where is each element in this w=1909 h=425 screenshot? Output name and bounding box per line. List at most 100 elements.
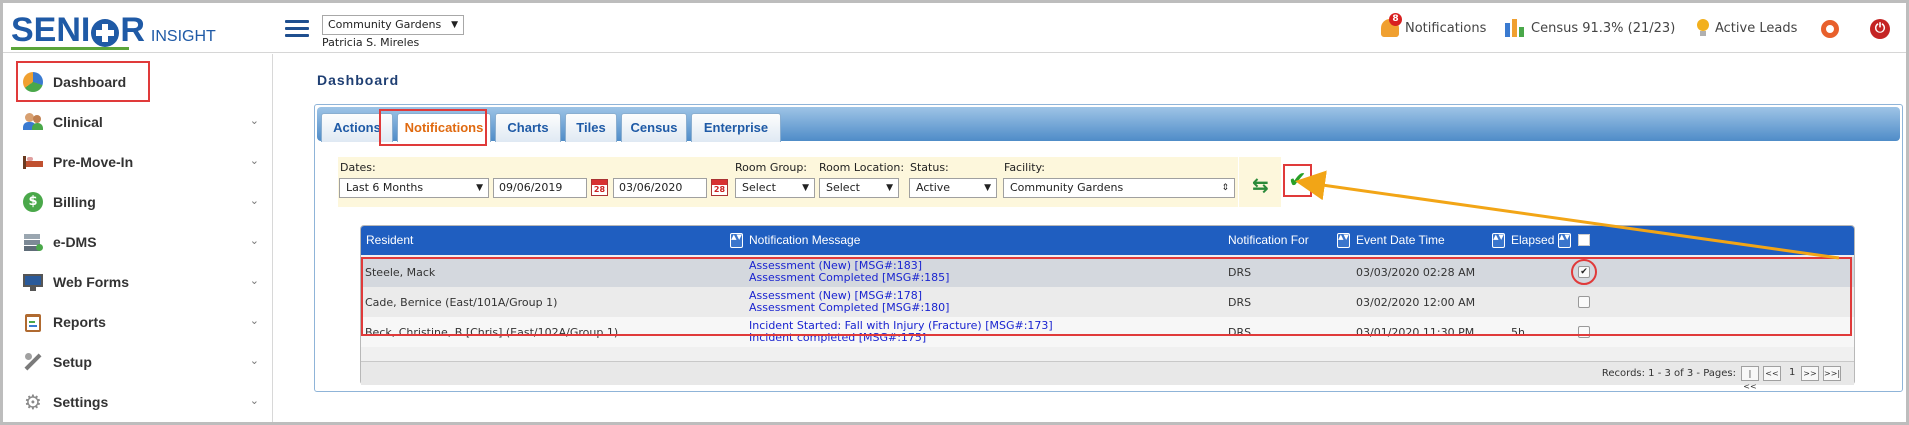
clipboard-icon (23, 312, 43, 332)
sidebar-item-settings[interactable]: ⚙ Settings ⌄ (3, 382, 273, 422)
status-label: Status: (910, 161, 949, 174)
sidebar-item-label: Setup (53, 354, 92, 370)
sidebar: Dashboard Clinical ⌄ Pre-Move-In ⌄ $ Bil… (3, 54, 273, 422)
app-window: SENI R INSIGHT Community Gardens ▼ Patric… (0, 0, 1909, 425)
room-location-select[interactable]: Select ▼ (819, 178, 899, 198)
apply-filter-button[interactable]: ✔ (1283, 164, 1312, 197)
column-header-resident[interactable]: Resident (366, 233, 413, 247)
chevron-down-icon: ⌄ (249, 154, 259, 167)
status-select[interactable]: Active ▼ (909, 178, 997, 198)
logo-cross-icon (91, 19, 120, 47)
chevron-down-icon: ⌄ (249, 354, 259, 367)
column-header-message[interactable]: Notification Message (749, 233, 860, 247)
room-group-value: Select (742, 181, 776, 194)
logo-text-right: R (120, 11, 145, 49)
caret-down-icon: ▼ (451, 20, 458, 30)
sidebar-item-label: e-DMS (53, 234, 97, 250)
first-page-button[interactable]: |<< (1741, 366, 1759, 391)
sidebar-item-web-forms[interactable]: Web Forms ⌄ (3, 262, 273, 302)
help-lifebuoy-icon[interactable] (1821, 20, 1839, 38)
tab-enterprise[interactable]: Enterprise (691, 113, 781, 142)
facility-select[interactable]: Community Gardens ⇕ (1003, 178, 1235, 198)
tab-bar: Actions Notifications Charts Tiles Censu… (317, 107, 1900, 142)
room-location-label: Room Location: (819, 161, 905, 174)
sidebar-item-e-dms[interactable]: e-DMS ⌄ (3, 222, 273, 262)
notifications-label: Notifications (1405, 20, 1487, 36)
to-date-input[interactable]: 03/06/2020 (613, 178, 707, 198)
facility-switcher-select[interactable]: Community Gardens ▼ (322, 15, 464, 35)
refresh-icon[interactable]: ⇆ (1252, 175, 1269, 195)
sidebar-item-reports[interactable]: Reports ⌄ (3, 302, 273, 342)
caret-down-icon: ▼ (802, 183, 809, 193)
next-page-button[interactable]: >> (1801, 366, 1819, 381)
grid-header: Resident ▲▼ Notification Message Notific… (361, 226, 1854, 255)
caret-down-icon: ▼ (886, 183, 893, 193)
sidebar-item-label: Pre-Move-In (53, 154, 134, 170)
logo-subtitle: INSIGHT (150, 28, 216, 45)
page-title: Dashboard (317, 72, 400, 88)
notifications-link[interactable]: 8 Notifications (1381, 13, 1487, 37)
calendar-icon[interactable]: 28 (591, 179, 608, 196)
dates-range-select[interactable]: Last 6 Months ▼ (339, 178, 489, 198)
last-page-button[interactable]: >>| (1823, 366, 1841, 381)
calendar-icon[interactable]: 28 (711, 179, 728, 196)
logo-underline (11, 47, 129, 50)
dates-label: Dates: (340, 161, 376, 174)
logo-text-left: SENI (11, 11, 91, 49)
monitor-icon (23, 272, 43, 292)
dashboard-highlight-box (16, 61, 150, 102)
gear-icon: ⚙ (24, 390, 42, 414)
sort-icon[interactable]: ▲▼ (1558, 233, 1571, 248)
status-value: Active (916, 181, 951, 194)
chevron-down-icon: ⌄ (249, 194, 259, 207)
chevron-down-icon: ⌄ (249, 314, 259, 327)
column-header-event-date-time[interactable]: Event Date Time (1356, 233, 1445, 247)
grid-pager: Records: 1 - 3 of 3 - Pages: |<< << 1 >>… (361, 361, 1854, 391)
sort-icon[interactable]: ▲▼ (730, 233, 743, 248)
census-link[interactable]: Census 91.3% (21/23) (1505, 19, 1675, 37)
records-summary: Records: 1 - 3 of 3 - Pages: (1601, 368, 1736, 379)
room-group-select[interactable]: Select ▼ (735, 178, 815, 198)
facility-label: Facility: (1004, 161, 1046, 174)
column-header-elapsed[interactable]: Elapsed (1511, 233, 1554, 247)
senior-insight-logo[interactable]: SENI R INSIGHT (11, 9, 216, 47)
sidebar-item-label: Reports (53, 314, 106, 330)
tab-charts[interactable]: Charts (495, 113, 561, 142)
tools-icon (23, 352, 43, 372)
main-content: Dashboard Actions Notifications Charts T… (274, 54, 1906, 422)
users-icon (23, 112, 43, 132)
column-header-notification-for[interactable]: Notification For (1228, 233, 1309, 247)
current-page-number: 1 (1789, 367, 1796, 378)
room-location-value: Select (826, 181, 860, 194)
chevron-down-icon: ⌄ (249, 274, 259, 287)
select-all-checkbox[interactable] (1578, 234, 1590, 246)
sort-icon[interactable]: ▲▼ (1492, 233, 1505, 248)
tab-census[interactable]: Census (621, 113, 687, 142)
bar-chart-icon (1505, 19, 1525, 37)
sidebar-item-label: Billing (53, 194, 96, 210)
sidebar-item-clinical[interactable]: Clinical ⌄ (3, 102, 273, 142)
sidebar-item-setup[interactable]: Setup ⌄ (3, 342, 273, 382)
chevron-down-icon: ⌄ (249, 394, 259, 407)
sidebar-item-pre-move-in[interactable]: Pre-Move-In ⌄ (3, 142, 273, 182)
caret-updown-icon: ⇕ (1221, 183, 1229, 193)
notifications-badge: 8 (1389, 13, 1402, 26)
chevron-down-icon: ⌄ (249, 114, 259, 127)
caret-down-icon: ▼ (984, 183, 991, 193)
notifications-grid: Resident ▲▼ Notification Message Notific… (360, 225, 1855, 391)
filter-bar: Dates: Last 6 Months ▼ 09/06/2019 28 03/… (338, 157, 1238, 207)
sidebar-item-label: Settings (53, 394, 109, 410)
menu-toggle-icon[interactable] (285, 20, 309, 38)
sort-icon[interactable]: ▲▼ (1337, 233, 1350, 248)
sidebar-item-billing[interactable]: $ Billing ⌄ (3, 182, 273, 222)
lightbulb-icon (1697, 19, 1709, 37)
prev-page-button[interactable]: << (1763, 366, 1781, 381)
active-leads-link[interactable]: Active Leads (1697, 19, 1797, 37)
caret-down-icon: ▼ (476, 183, 483, 193)
facility-value: Community Gardens (1010, 181, 1124, 194)
from-date-input[interactable]: 09/06/2019 (493, 178, 587, 198)
active-leads-label: Active Leads (1715, 20, 1798, 36)
notifications-tab-highlight-box (379, 109, 487, 146)
tab-tiles[interactable]: Tiles (565, 113, 617, 142)
logout-power-icon[interactable]: ⏻ (1870, 19, 1890, 39)
